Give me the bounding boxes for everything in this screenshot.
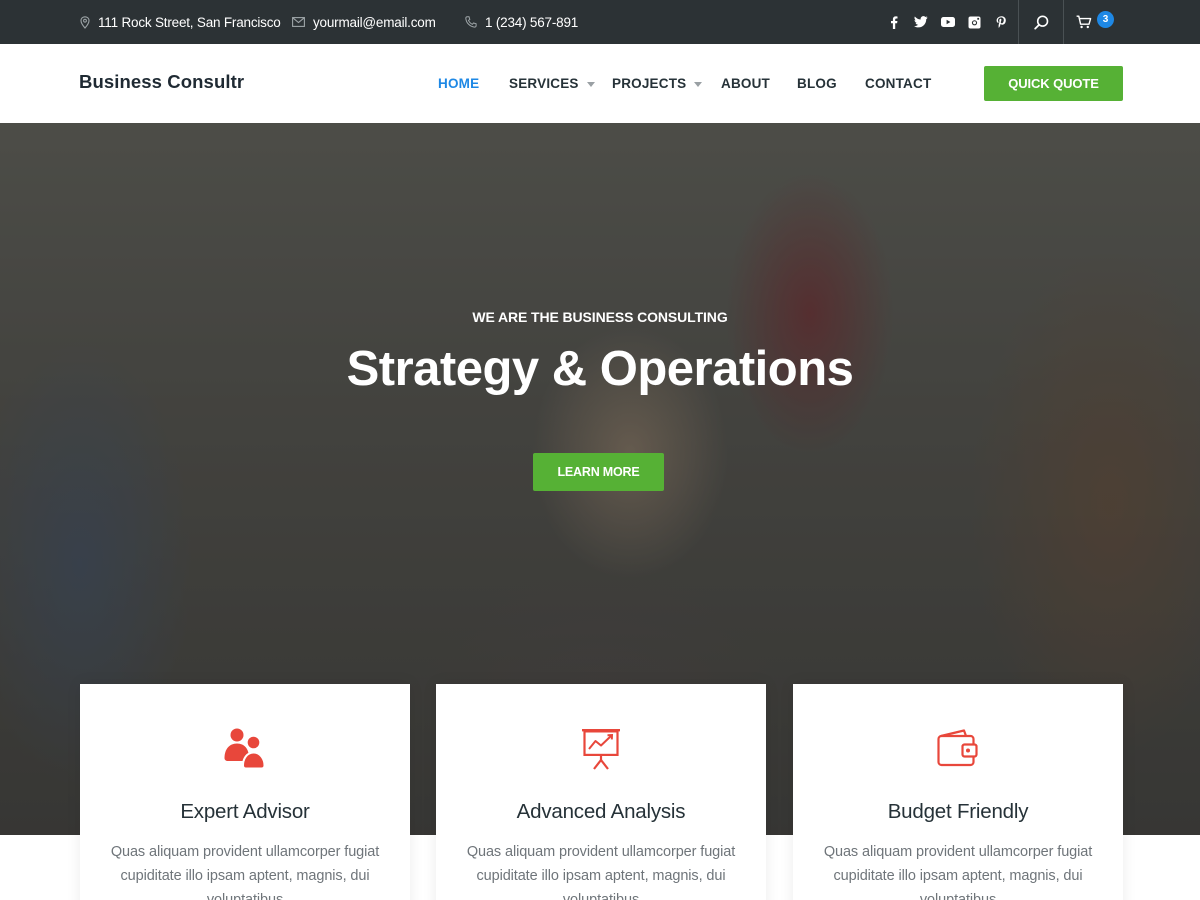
search-icon bbox=[1033, 14, 1048, 29]
email-info[interactable]: yourmail@email.com bbox=[292, 0, 436, 44]
nav-home-label: HOME bbox=[438, 76, 480, 91]
nav-projects[interactable]: PROJECTS bbox=[612, 44, 703, 123]
phone-icon bbox=[465, 16, 477, 28]
address-text: 111 Rock Street, San Francisco bbox=[98, 14, 281, 30]
feature-card-expert-advisor: Expert Advisor Quas aliquam provident ul… bbox=[80, 684, 410, 900]
nav-about[interactable]: ABOUT bbox=[721, 44, 770, 123]
nav-blog[interactable]: BLOG bbox=[797, 44, 837, 123]
chevron-down-icon bbox=[694, 81, 703, 87]
address-info: 111 Rock Street, San Francisco bbox=[80, 0, 281, 44]
feature-title: Advanced Analysis bbox=[516, 800, 686, 823]
instagram-icon[interactable] bbox=[961, 16, 988, 29]
feature-title: Budget Friendly bbox=[887, 800, 1029, 823]
learn-more-button[interactable]: LEARN MORE bbox=[533, 453, 664, 491]
chevron-down-icon bbox=[586, 81, 595, 87]
social-links bbox=[880, 0, 1015, 44]
search-button[interactable] bbox=[1019, 0, 1063, 44]
feature-card-advanced-analysis: Advanced Analysis Quas aliquam provident… bbox=[436, 684, 766, 900]
facebook-icon[interactable] bbox=[880, 15, 907, 29]
quick-quote-button[interactable]: QUICK QUOTE bbox=[984, 66, 1123, 101]
hero-title: Strategy & Operations bbox=[346, 342, 854, 396]
email-text[interactable]: yourmail@email.com bbox=[313, 15, 436, 30]
nav-services-label: SERVICES bbox=[509, 76, 579, 91]
nav-home[interactable]: HOME bbox=[438, 44, 479, 123]
phone-text[interactable]: 1 (234) 567-891 bbox=[485, 15, 578, 30]
feature-text: Quas aliquam provident ullamcorper fugia… bbox=[823, 844, 1093, 900]
hero-subtitle: WE ARE THE BUSINESS CONSULTING bbox=[472, 309, 728, 325]
feature-text: Quas aliquam provident ullamcorper fugia… bbox=[110, 844, 380, 900]
twitter-icon[interactable] bbox=[907, 16, 934, 28]
phone-info[interactable]: 1 (234) 567-891 bbox=[465, 0, 578, 44]
site-header: Business Consultr HOME SERVICES PROJECTS… bbox=[0, 44, 1200, 123]
site-logo[interactable]: Business Consultr bbox=[79, 71, 244, 93]
wallet-icon bbox=[793, 726, 1123, 772]
nav-contact[interactable]: CONTACT bbox=[865, 44, 931, 123]
top-bar: 111 Rock Street, San Francisco yourmail@… bbox=[0, 0, 1200, 44]
pinterest-icon[interactable] bbox=[988, 15, 1015, 29]
envelope-icon bbox=[292, 17, 305, 27]
nav-blog-label: BLOG bbox=[797, 76, 837, 91]
nav-projects-label: PROJECTS bbox=[612, 76, 687, 91]
presentation-chart-icon bbox=[436, 726, 766, 772]
feature-text: Quas aliquam provident ullamcorper fugia… bbox=[466, 844, 736, 900]
cart-count-badge: 3 bbox=[1097, 11, 1114, 28]
cart-button[interactable] bbox=[1063, 0, 1123, 44]
nav-about-label: ABOUT bbox=[721, 76, 770, 91]
youtube-icon[interactable] bbox=[934, 17, 961, 27]
feature-title: Expert Advisor bbox=[180, 800, 310, 823]
map-pin-icon bbox=[80, 15, 90, 29]
cart-icon bbox=[1076, 15, 1092, 29]
nav-services[interactable]: SERVICES bbox=[509, 44, 595, 123]
feature-card-budget-friendly: Budget Friendly Quas aliquam provident u… bbox=[793, 684, 1123, 900]
users-icon bbox=[80, 726, 410, 772]
nav-contact-label: CONTACT bbox=[865, 76, 932, 91]
